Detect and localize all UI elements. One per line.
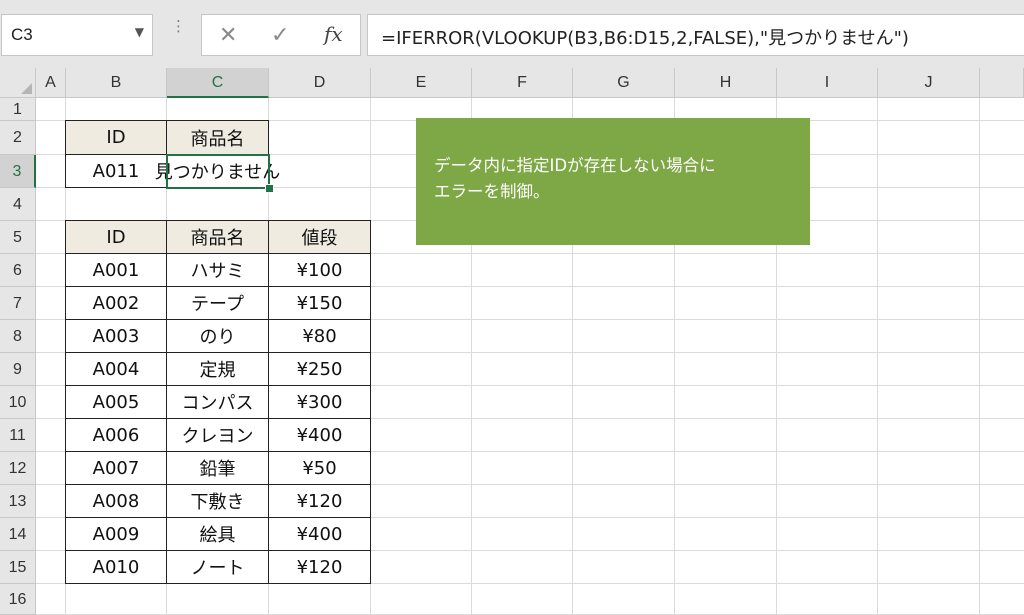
product-table-cell[interactable]: ¥400 [268,418,371,452]
select-all-icon [21,83,32,94]
name-box-value: C3 [11,25,33,44]
row-header-3[interactable]: 3 [0,155,36,188]
product-table-cell[interactable]: クレヨン [166,418,269,452]
product-table-cell[interactable]: ¥400 [268,517,371,551]
product-table-cell[interactable]: のり [166,319,269,353]
product-table-cell[interactable]: A003 [65,319,167,353]
product-table-cell[interactable]: ¥150 [268,286,371,320]
product-table-cell[interactable]: A006 [65,418,167,452]
callout-line-2: エラーを制御。 [434,182,550,201]
product-table-cell[interactable]: ¥80 [268,319,371,353]
fill-handle[interactable] [265,184,274,193]
callout-text: データ内に指定IDが存在しない場合に エラーを制御。 [434,153,804,205]
column-header-f[interactable]: F [472,68,573,98]
select-all-button[interactable] [0,68,36,98]
column-header-j[interactable]: J [878,68,980,98]
product-table-cell[interactable]: 定規 [166,352,269,386]
product-table-cell[interactable]: 下敷き [166,484,269,518]
product-table-cell[interactable]: ハサミ [166,253,269,287]
row-header-12[interactable]: 12 [0,452,36,485]
cancel-icon[interactable]: ✕ [219,23,237,48]
row-header-14[interactable]: 14 [0,518,36,551]
product-table-cell[interactable]: ¥300 [268,385,371,419]
column-header-g[interactable]: G [573,68,675,98]
gridline-v [979,98,980,615]
chevron-down-icon[interactable]: ▼ [135,25,144,39]
product-table-cell[interactable]: ¥100 [268,253,371,287]
row-header-2[interactable]: 2 [0,121,36,155]
formula-controls: ✕ ✓ fx [201,14,361,56]
column-header-a[interactable]: A [36,68,66,98]
product-table-cell[interactable]: A007 [65,451,167,485]
formula-input[interactable]: =IFERROR(VLOOKUP(B3,B6:D15,2,FALSE),"見つか… [367,14,1024,56]
product-header-cell[interactable]: 値段 [268,220,371,254]
column-header-h[interactable]: H [675,68,777,98]
enter-icon[interactable]: ✓ [271,23,289,48]
row-header-10[interactable]: 10 [0,386,36,419]
name-box[interactable]: C3 ▼ [1,14,153,56]
row-header-9[interactable]: 9 [0,353,36,386]
product-table-cell[interactable]: ¥250 [268,352,371,386]
column-header-e[interactable]: E [371,68,472,98]
product-table-cell[interactable]: 絵具 [166,517,269,551]
worksheet-grid[interactable]: ABCDEFGHIJ 1 2 3 4 5 6 7 8 9 10 11 12 13 14 15 16 ID 商品名… [0,68,1024,615]
product-table-cell[interactable]: 鉛筆 [166,451,269,485]
product-table-cell[interactable]: ノート [166,550,269,584]
column-header-i[interactable]: I [777,68,878,98]
gridline-v [877,98,878,615]
product-table-cell[interactable]: A001 [65,253,167,287]
product-table-cell[interactable]: A002 [65,286,167,320]
row-header-4[interactable]: 4 [0,188,36,221]
product-table-cell[interactable]: ¥120 [268,484,371,518]
column-header-next[interactable] [980,68,1024,98]
product-table-cell[interactable]: A005 [65,385,167,419]
product-table-cell[interactable]: ¥50 [268,451,371,485]
row-header-15[interactable]: 15 [0,551,36,584]
row-header-11[interactable]: 11 [0,419,36,452]
product-table-cell[interactable]: テープ [166,286,269,320]
product-table-cell[interactable]: A009 [65,517,167,551]
row-header-8[interactable]: 8 [0,320,36,353]
formula-bar: C3 ▼ ⋮ ✕ ✓ fx =IFERROR(VLOOKUP(B3,B6:D15… [0,0,1024,68]
product-header-cell[interactable]: ID [65,220,167,254]
lookup-header-cell[interactable]: ID [65,120,167,155]
lookup-header-cell[interactable]: 商品名 [166,120,269,155]
product-header-cell[interactable]: 商品名 [166,220,269,254]
lookup-id-cell[interactable]: A011 [65,154,167,188]
product-table-cell[interactable]: コンパス [166,385,269,419]
product-table-cell[interactable]: A004 [65,352,167,386]
product-table-cell[interactable]: A010 [65,550,167,584]
row-header-6[interactable]: 6 [0,254,36,287]
product-table-cell[interactable]: ¥120 [268,550,371,584]
product-table-cell[interactable]: A008 [65,484,167,518]
ribbon-strip [0,0,1024,9]
row-header-7[interactable]: 7 [0,287,36,320]
formula-text: =IFERROR(VLOOKUP(B3,B6:D15,2,FALSE),"見つか… [381,28,909,49]
lookup-result-cell[interactable]: 見つかりません [155,154,280,188]
callout-line-1: データ内に指定IDが存在しない場合に [434,156,716,175]
insert-function-icon[interactable]: fx [324,22,343,46]
column-header-d[interactable]: D [269,68,371,98]
column-header-c[interactable]: C [167,68,269,98]
row-header-16[interactable]: 16 [0,584,36,615]
row-header-5[interactable]: 5 [0,221,36,254]
row-header-13[interactable]: 13 [0,485,36,518]
row-header-1[interactable]: 1 [0,98,36,121]
column-header-b[interactable]: B [66,68,167,98]
drag-handle-icon[interactable]: ⋮ [171,19,186,34]
